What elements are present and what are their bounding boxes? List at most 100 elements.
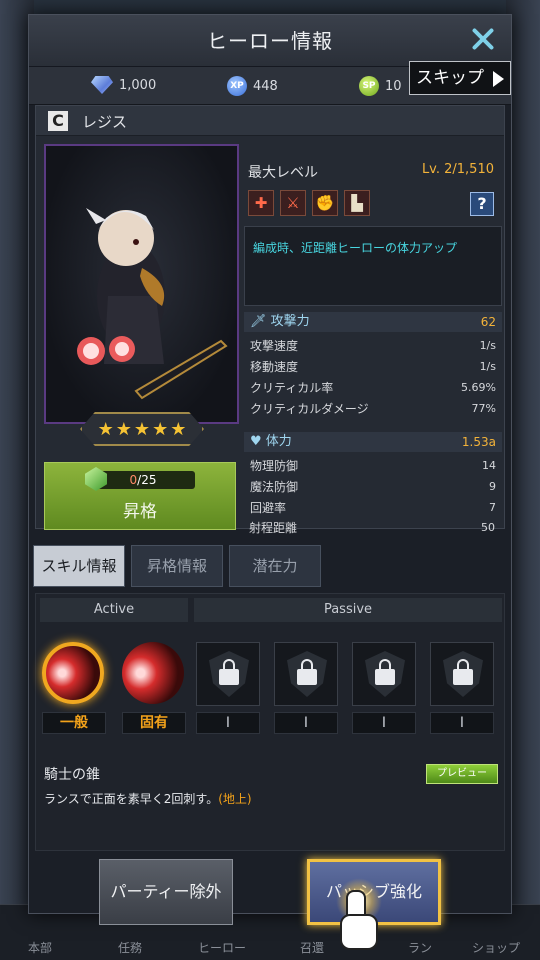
preview-button[interactable]: プレビュー (426, 764, 498, 784)
help-icon[interactable]: ? (470, 192, 494, 216)
gem-value: 1,000 (119, 77, 157, 93)
stat-label: クリティカルダメージ (250, 402, 369, 416)
sp-counter: SP 10 (359, 76, 402, 96)
skill-caption: I (274, 712, 338, 734)
stat-label: 回避率 (250, 501, 287, 515)
stat-row-range: 射程距離 50 (249, 518, 499, 538)
nav-item-missions[interactable]: 任務 (118, 939, 142, 956)
sp-value: 10 (385, 78, 402, 94)
stat-label: 魔法防御 (250, 480, 299, 494)
star-icon: ★ (115, 418, 132, 440)
stat-label: 移動速度 (250, 360, 299, 374)
hero-name-bar: C レジス (36, 106, 504, 136)
attack-value: 62 (480, 315, 496, 329)
xp-counter: XP 448 (227, 76, 278, 96)
modal-header: ヒーロー情報 (29, 15, 511, 67)
skill-caption: I (430, 712, 494, 734)
skill-caption: 固有 (122, 712, 186, 734)
hero-name: レジス (82, 113, 128, 131)
star-icon: ★ (97, 418, 114, 440)
stat-value: 1/s (479, 360, 496, 373)
ascend-progress-current: 0 (129, 473, 138, 487)
skip-button[interactable]: スキップ (409, 61, 511, 95)
stat-value: 77% (471, 402, 496, 415)
hero-description: 編成時、近距離ヒーローの体力アップ (244, 226, 502, 306)
sword-equip-icon[interactable]: ⚔ (280, 190, 306, 216)
play-arrow-icon (493, 71, 504, 87)
star-rating: ★ ★ ★ ★ ★ (80, 412, 204, 446)
stat-row-phys-def: 物理防御 14 (250, 456, 500, 476)
star-icon: ★ (133, 418, 151, 440)
locked-skill-box[interactable] (274, 642, 338, 706)
skill-slot-passive-2[interactable] (274, 642, 340, 708)
lock-icon (219, 659, 239, 685)
lock-icon (297, 659, 317, 685)
stat-label: 射程距離 (249, 521, 298, 535)
boot-equip-icon[interactable]: ▙ (344, 190, 370, 216)
lock-icon (375, 659, 395, 685)
modal-title: ヒーロー情報 (207, 29, 333, 53)
tab-skill-info[interactable]: スキル情報 (33, 545, 125, 587)
skill-caption: I (196, 712, 260, 734)
locked-skill-box[interactable] (196, 642, 260, 706)
locked-skill-box[interactable] (430, 642, 494, 706)
health-label: 体力 (265, 434, 292, 449)
passive-category-label: Passive (194, 598, 502, 622)
star-icon: ★ (170, 418, 187, 440)
party-remove-button[interactable]: パーティー除外 (99, 859, 233, 925)
stat-value: 14 (482, 459, 496, 472)
gem-icon (91, 76, 113, 94)
heart-icon: ♥ (250, 434, 262, 449)
stat-value: 1/s (479, 339, 496, 352)
bottom-buttons: パーティー除外 パッシブ強化 (29, 855, 513, 925)
nav-item-hq[interactable]: 本部 (28, 939, 52, 956)
hero-portrait (44, 144, 239, 424)
stat-row-crit-rate: クリティカル率 5.69% (250, 378, 500, 398)
skill-slot-passive-3[interactable] (352, 642, 418, 708)
tab-potential[interactable]: 潜在力 (229, 545, 321, 587)
skill-caption: 一般 (42, 712, 106, 734)
hero-character-image (77, 208, 228, 400)
lance-strike-skill-icon[interactable] (42, 642, 104, 704)
active-category-label: Active (40, 598, 188, 622)
star-icon: ★ (152, 418, 169, 440)
hero-info-modal: ヒーロー情報 1,000 XP 448 SP 10 スキップ C レジス ★ ★… (28, 14, 513, 925)
skill-slot-normal[interactable] (42, 642, 108, 708)
locked-skill-box[interactable] (352, 642, 416, 706)
skill-slot-unique[interactable] (122, 642, 188, 708)
nav-item-shop[interactable]: ショップ (472, 939, 520, 956)
stat-row-evasion: 回避率 7 (250, 498, 500, 518)
stat-row-magic-def: 魔法防御 9 (250, 477, 500, 497)
nav-item-ranking[interactable]: ラン (408, 939, 432, 956)
stat-value: 50 (481, 521, 495, 534)
stat-value: 5.69% (461, 381, 496, 394)
ascend-button[interactable]: 0/25 昇格 (44, 462, 236, 530)
tab-ascend-info[interactable]: 昇格情報 (131, 545, 223, 587)
stat-label: 攻撃速度 (250, 339, 299, 353)
ascend-label: 昇格 (123, 502, 157, 522)
gauntlet-equip-icon[interactable]: ✊ (312, 190, 338, 216)
skill-slot-passive-1[interactable] (196, 642, 262, 708)
crosshair-equip-icon[interactable]: ✚ (248, 190, 274, 216)
lock-icon (453, 659, 473, 685)
nav-item-summon[interactable]: 召還 (300, 939, 324, 956)
hand-pointer-icon (340, 890, 378, 950)
sword-icon: 🗡 (250, 314, 267, 329)
ascend-progress-total: /25 (137, 473, 157, 487)
nav-item-heroes[interactable]: ヒーロー (198, 939, 246, 956)
attack-header: 🗡 攻撃力 62 (244, 312, 502, 332)
skill-section: Active Passive 一般 固有 I I I I 騎士の錐 プレビュー … (35, 593, 505, 851)
stat-row-move-speed: 移動速度 1/s (250, 357, 500, 377)
stat-value: 7 (489, 501, 496, 514)
attack-label: 攻撃力 (270, 314, 310, 329)
stat-value: 9 (489, 480, 496, 493)
skill-slot-passive-4[interactable] (430, 642, 496, 708)
lance-slash-skill-icon[interactable] (122, 642, 184, 704)
close-icon[interactable] (467, 23, 499, 55)
sp-icon: SP (359, 76, 379, 96)
equipment-row: ✚ ⚔ ✊ ▙ (248, 190, 370, 216)
stat-label: 物理防御 (250, 459, 299, 473)
health-value: 1.53a (461, 435, 496, 449)
stat-row-crit-damage: クリティカルダメージ 77% (250, 399, 500, 419)
max-level-value: Lv. 2/1,510 (421, 162, 494, 177)
